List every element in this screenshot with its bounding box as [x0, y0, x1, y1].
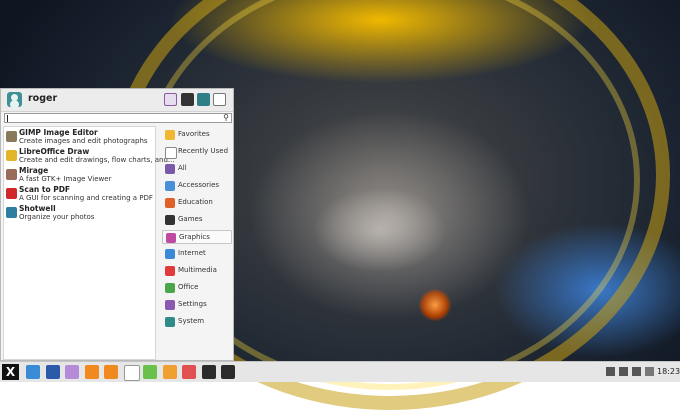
category-label: Office: [178, 283, 199, 291]
avatar[interactable]: [7, 92, 22, 107]
shotwell-icon: [6, 207, 17, 218]
app-item[interactable]: Scan to PDF A GUI for scanning and creati…: [4, 185, 156, 204]
app-description: A GUI for scanning and creating a PDF: [19, 194, 153, 202]
libreoffice-draw-icon: [6, 150, 17, 161]
clock-icon: [165, 147, 177, 159]
category-label: Internet: [178, 249, 206, 257]
category-list: Favorites Recently Used All Accessories Educ…: [160, 126, 233, 360]
app-list: GIMP Image Editor Create images and edit …: [3, 126, 175, 360]
app-name: Mirage: [19, 166, 49, 175]
screenshot-icon[interactable]: [45, 365, 60, 379]
category-favorites[interactable]: Favorites: [162, 128, 232, 142]
start-menu-button[interactable]: X: [2, 364, 19, 380]
office-icon: [165, 283, 175, 293]
category-education[interactable]: Education: [162, 196, 232, 210]
category-settings[interactable]: Settings: [162, 298, 232, 312]
mirage-icon: [6, 169, 17, 180]
category-label: Recently Used: [178, 147, 229, 155]
category-label: Accessories: [178, 181, 220, 189]
app-description: Organize your photos: [19, 213, 95, 221]
star-icon: [165, 130, 175, 140]
category-label: All: [178, 164, 187, 172]
scan-pdf-icon: [6, 188, 17, 199]
category-multimedia[interactable]: Multimedia: [162, 264, 232, 278]
terminal-icon[interactable]: [221, 365, 235, 379]
category-system[interactable]: System: [162, 315, 232, 329]
app-description: Create images and edit photographs: [19, 137, 148, 145]
category-office[interactable]: Office: [162, 281, 232, 295]
app-description: Create and edit drawings, flow charts, a…: [19, 156, 175, 164]
spreadsheet-icon[interactable]: [143, 365, 157, 379]
text-cursor: [7, 115, 8, 122]
app-item[interactable]: GIMP Image Editor Create images and edit …: [4, 128, 156, 147]
presentation-icon[interactable]: [162, 365, 177, 379]
logout-icon[interactable]: [213, 93, 226, 106]
volume-icon[interactable]: [619, 367, 628, 376]
education-icon: [165, 198, 175, 208]
lock-icon[interactable]: [181, 93, 194, 106]
app-name: Shotwell: [19, 204, 56, 213]
network-icon[interactable]: [606, 367, 615, 376]
category-games[interactable]: Games: [162, 213, 232, 227]
clock[interactable]: 18:23: [657, 367, 680, 376]
category-graphics[interactable]: Graphics: [162, 230, 232, 244]
graphics-app-icon[interactable]: [182, 365, 196, 379]
menu-header: roger: [1, 89, 233, 112]
accessories-icon: [165, 181, 175, 191]
settings-icon: [165, 300, 175, 310]
user-switch-icon[interactable]: [197, 93, 210, 106]
app-item[interactable]: Shotwell Organize your photos: [4, 204, 156, 223]
app-name: LibreOffice Draw: [19, 147, 90, 156]
multimedia-icon: [165, 266, 175, 276]
category-all[interactable]: All: [162, 162, 232, 176]
settings-icon[interactable]: [164, 93, 177, 106]
category-internet[interactable]: Internet: [162, 247, 232, 261]
category-label: Graphics: [179, 233, 210, 241]
graphics-icon: [166, 233, 176, 243]
category-label: Favorites: [178, 130, 210, 138]
games-icon: [165, 215, 175, 225]
gimp-icon: [6, 131, 17, 142]
battery-icon[interactable]: [632, 367, 641, 376]
firefox-icon[interactable]: [84, 365, 99, 379]
category-label: Games: [178, 215, 203, 223]
internet-icon: [165, 249, 175, 259]
category-recently-used[interactable]: Recently Used: [162, 145, 232, 159]
search-icon[interactable]: ⚲: [223, 114, 229, 122]
system-monitor-icon[interactable]: [201, 365, 216, 379]
system-icon: [165, 317, 175, 327]
app-item[interactable]: Mirage A fast GTK+ Image Viewer: [4, 166, 156, 185]
app-description: A fast GTK+ Image Viewer: [19, 175, 112, 183]
category-label: Education: [178, 198, 213, 206]
username: roger: [28, 93, 58, 104]
search-input[interactable]: ⚲: [4, 113, 232, 123]
app-item[interactable]: LibreOffice Draw Create and edit drawings…: [4, 147, 175, 166]
category-label: Settings: [178, 300, 207, 308]
taskbar: X 18:23: [0, 361, 680, 382]
notification-icon[interactable]: [645, 367, 654, 376]
file-manager-icon[interactable]: [26, 365, 40, 379]
category-label: Multimedia: [178, 266, 217, 274]
folder-icon[interactable]: [65, 365, 79, 379]
media-player-icon[interactable]: [104, 365, 118, 379]
app-name: Scan to PDF: [19, 185, 71, 194]
app-name: GIMP Image Editor: [19, 128, 98, 137]
grid-icon: [165, 164, 175, 174]
text-document-icon[interactable]: [123, 365, 140, 381]
category-accessories[interactable]: Accessories: [162, 179, 232, 193]
category-label: System: [178, 317, 205, 325]
application-menu: roger ⚲ GIMP Image Editor Create images a…: [0, 88, 234, 361]
